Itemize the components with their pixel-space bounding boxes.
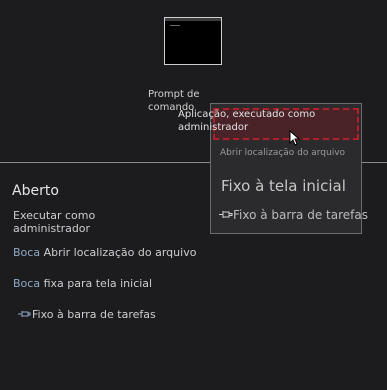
pin-to-start-menu-item[interactable]: Fixo à tela inicial [221, 177, 371, 195]
run-as-admin-menu-label: Aplicação, executado como administrador [178, 109, 316, 133]
pin-to-taskbar-item[interactable]: Fixo à barra de tarefas [18, 308, 156, 322]
open-file-location-label: Abrir localização do arquivo [43, 246, 197, 259]
pin-icon [219, 210, 233, 222]
item-prefix: Boca [13, 246, 41, 259]
pin-icon [18, 309, 32, 322]
thumbnail-titlebar [165, 18, 221, 21]
pin-to-taskbar-menu-label: Fixo à barra de tarefas [233, 208, 368, 222]
pin-to-taskbar-menu-item[interactable]: Fixo à barra de tarefas [219, 208, 369, 222]
section-title: Aberto [12, 183, 59, 199]
run-as-admin-item[interactable]: Executar como administrador [13, 209, 153, 235]
pin-to-start-label: fixa para tela inicial [43, 277, 153, 290]
pin-to-taskbar-label: Fixo à barra de tarefas [32, 308, 156, 321]
pin-to-start-item[interactable]: Boca fixa para tela inicial [13, 277, 152, 290]
open-file-location-menu-item[interactable]: Abrir localização do arquivo [220, 148, 370, 158]
open-file-location-item[interactable]: Boca Abrir localização do arquivo [13, 246, 196, 259]
run-as-admin-label: Executar como administrador [13, 209, 96, 235]
item-prefix: Boca [13, 277, 41, 290]
mouse-pointer-icon [289, 130, 301, 146]
command-prompt-thumbnail[interactable] [164, 17, 222, 65]
console-cursor-icon [170, 25, 180, 26]
